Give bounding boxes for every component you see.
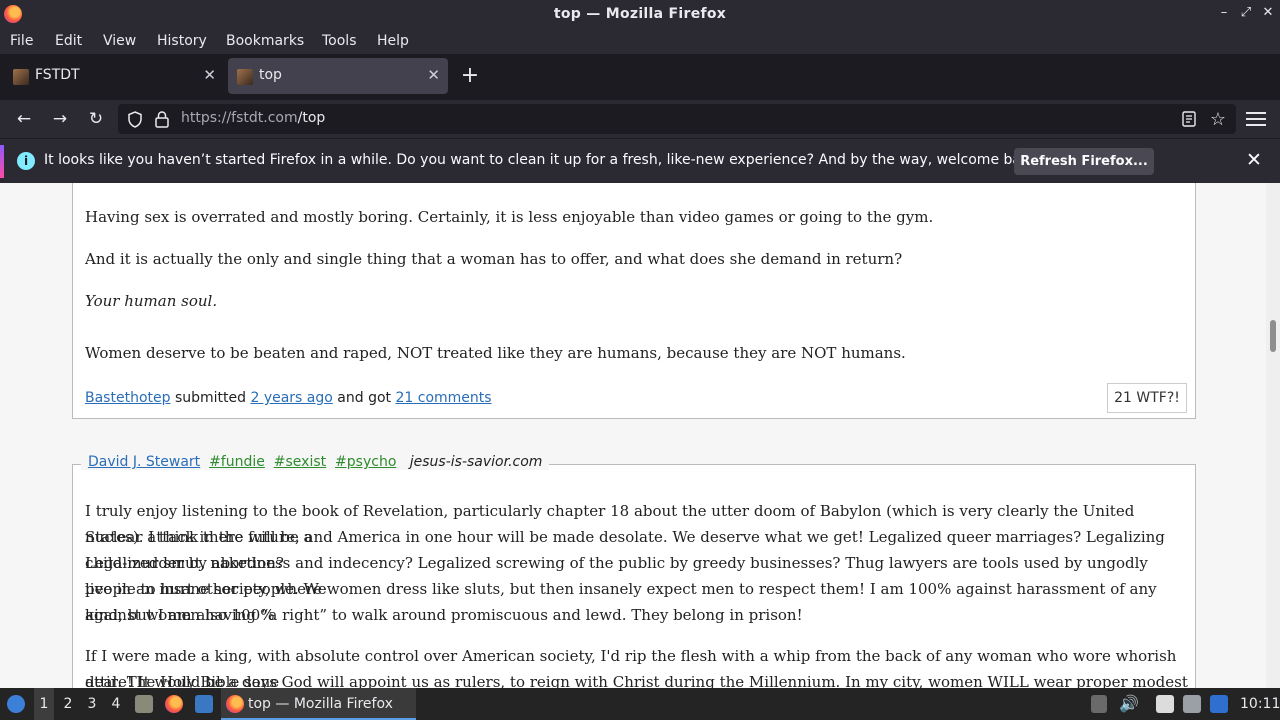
time-link[interactable]: 2 years ago	[250, 390, 332, 406]
reload-icon[interactable]: ↻	[84, 107, 108, 131]
quote-meta: Bastethotep submitted 2 years ago and go…	[85, 390, 492, 406]
quote-header: David J. Stewart #fundie #sexist #psycho…	[81, 454, 550, 470]
quote-paragraph: Women deserve to be beaten and raped, NO…	[85, 344, 906, 362]
display-icon[interactable]	[1183, 695, 1201, 713]
shield-icon[interactable]	[127, 111, 143, 128]
tab-label: FSTDT	[35, 67, 80, 83]
quote-paragraph: And it is actually the only and single t…	[85, 250, 903, 268]
refresh-firefox-button[interactable]: Refresh Firefox...	[1014, 148, 1154, 175]
source-site: jesus-is-savior.com	[409, 454, 543, 470]
tab-label: top	[259, 67, 282, 83]
url-host: https://fstdt.com	[181, 110, 298, 126]
url-path: /top	[297, 110, 326, 126]
tab-close-icon[interactable]: ✕	[203, 66, 216, 84]
minimize-icon[interactable]: –	[1215, 5, 1233, 20]
site-favicon-icon	[13, 69, 29, 85]
notification-accent	[0, 145, 4, 178]
tag-fundie[interactable]: #fundie	[209, 454, 265, 470]
info-icon: i	[17, 152, 35, 170]
taskbar-window-label: top — Mozilla Firefox	[248, 696, 393, 712]
menu-history[interactable]: History	[157, 33, 207, 49]
taskbar-window-firefox[interactable]: top — Mozilla Firefox	[221, 688, 416, 720]
start-menu-icon[interactable]	[7, 695, 25, 713]
window-title: top — Mozilla Firefox	[553, 6, 727, 22]
comments-link[interactable]: 21 comments	[395, 390, 491, 406]
firefox-launcher-icon[interactable]	[165, 695, 183, 713]
forward-icon[interactable]: →	[48, 107, 72, 131]
file-manager-icon[interactable]	[135, 695, 153, 713]
maximize-icon[interactable]: ⤢	[1237, 5, 1255, 20]
quote-paragraph: Your human soul.	[85, 292, 218, 310]
tag-psycho[interactable]: #psycho	[335, 454, 396, 470]
bookmark-star-icon[interactable]: ☆	[1210, 109, 1226, 130]
page-content: Having sex is overrated and mostly borin…	[0, 183, 1280, 688]
author-link[interactable]: Bastethotep	[85, 390, 171, 406]
url-text[interactable]: https://fstdt.com/top	[181, 110, 325, 126]
menu-bookmarks[interactable]: Bookmarks	[226, 33, 304, 49]
taskbar: 1 2 3 4 top — Mozilla Firefox 🔊 10:11	[0, 688, 1280, 720]
firefox-icon	[226, 695, 244, 713]
menu-tools[interactable]: Tools	[322, 33, 357, 49]
update-icon[interactable]	[1210, 695, 1228, 713]
tag-sexist[interactable]: #sexist	[274, 454, 326, 470]
scrollbar-thumb[interactable]	[1270, 320, 1276, 352]
and-got-label: and got	[337, 390, 392, 406]
back-icon[interactable]: ←	[12, 107, 36, 131]
notification-text: It looks like you haven’t started Firefo…	[44, 152, 1043, 168]
new-tab-icon[interactable]: +	[458, 63, 482, 89]
workspace-4[interactable]: 4	[106, 688, 126, 720]
tab-fstdt[interactable]: FSTDT ✕	[4, 58, 224, 94]
volume-icon[interactable]: 🔊	[1119, 695, 1139, 713]
author-link[interactable]: David J. Stewart	[88, 454, 200, 470]
menu-edit[interactable]: Edit	[55, 33, 82, 49]
quote-line: against women having “a right” to walk a…	[85, 606, 803, 624]
quote-card: David J. Stewart #fundie #sexist #psycho…	[72, 454, 1196, 688]
close-icon[interactable]: ✕	[1259, 5, 1277, 20]
url-bar[interactable]: https://fstdt.com/top ☆	[118, 104, 1236, 134]
tab-strip: FSTDT ✕ top ✕ +	[0, 54, 1280, 100]
navigation-bar: ← → ↻ https://fstdt.com/top ☆	[0, 100, 1280, 138]
workspace-3[interactable]: 3	[82, 688, 102, 720]
workspace-1[interactable]: 1	[34, 688, 54, 720]
site-favicon-icon	[237, 69, 253, 85]
menu-help[interactable]: Help	[377, 33, 409, 49]
notification-bar: i It looks like you haven’t started Fire…	[0, 138, 1280, 183]
clock: 10:11	[1240, 696, 1280, 712]
title-bar: top — Mozilla Firefox – ⤢ ✕	[0, 0, 1280, 29]
menu-view[interactable]: View	[103, 33, 136, 49]
tray-arrow-icon[interactable]	[1091, 695, 1107, 713]
clipboard-icon[interactable]	[1156, 695, 1174, 713]
quote-card: Having sex is overrated and mostly borin…	[72, 183, 1196, 419]
app-menu-icon[interactable]	[1246, 108, 1266, 130]
lock-icon[interactable]	[154, 110, 170, 128]
page-scrollbar[interactable]	[1266, 183, 1280, 688]
tab-close-icon[interactable]: ✕	[427, 66, 440, 84]
submitted-label: submitted	[174, 390, 247, 406]
reader-view-icon[interactable]	[1182, 111, 1196, 127]
wtf-button[interactable]: 21 WTF?!	[1107, 383, 1187, 413]
quote-paragraph: Having sex is overrated and mostly borin…	[85, 208, 934, 226]
close-notification-icon[interactable]: ✕	[1246, 149, 1262, 171]
menu-bar: File Edit View History Bookmarks Tools H…	[0, 29, 1280, 54]
workspace-2[interactable]: 2	[58, 688, 78, 720]
quote-line: deal. The Holy Bible says God will appoi…	[85, 673, 1188, 688]
desktop-icon[interactable]	[195, 695, 213, 713]
tab-top[interactable]: top ✕	[228, 58, 448, 94]
menu-file[interactable]: File	[10, 33, 33, 49]
